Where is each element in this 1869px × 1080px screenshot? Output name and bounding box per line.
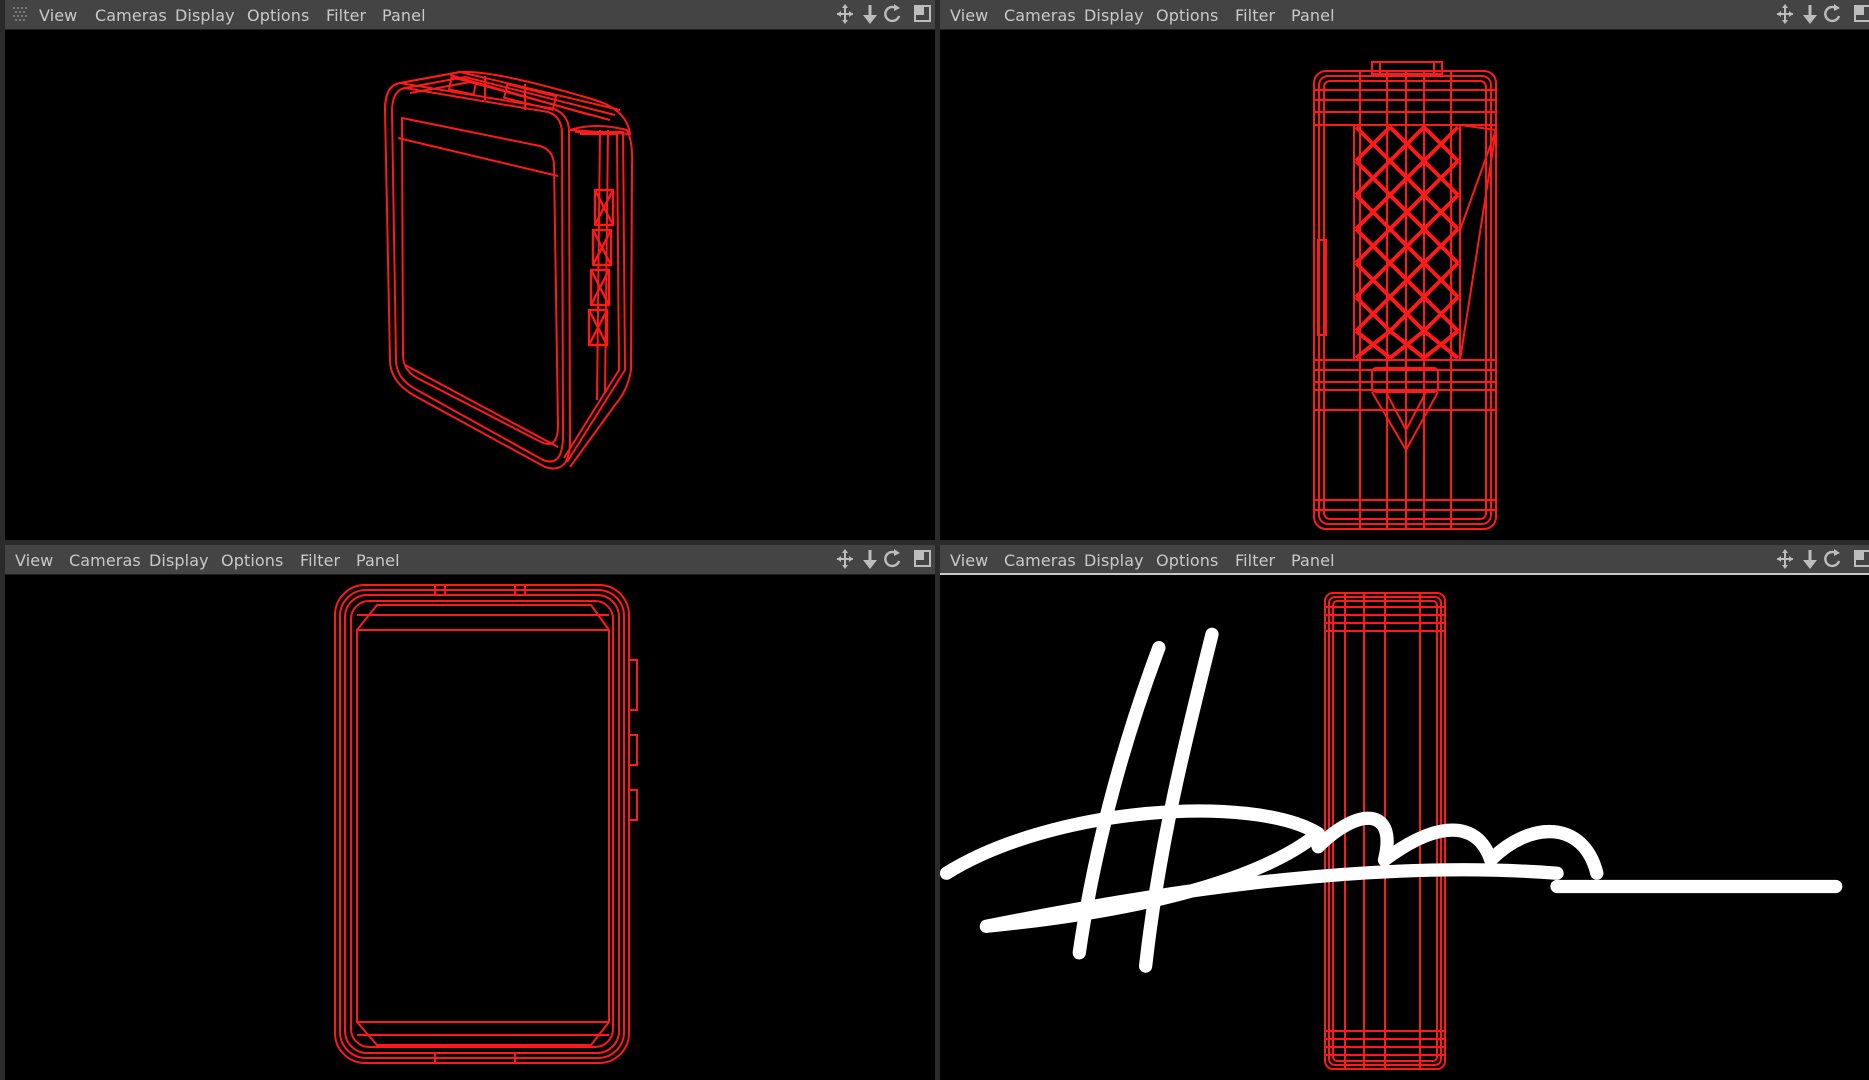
menu-filter[interactable]: Filter (1235, 6, 1275, 25)
menu-filter[interactable]: Filter (326, 6, 366, 25)
viewport-canvas[interactable] (5, 30, 935, 540)
orbit-icon[interactable] (884, 549, 901, 568)
menu-cameras[interactable]: Cameras (69, 551, 141, 570)
maximize-icon[interactable] (1854, 550, 1869, 567)
viewport-menubar: View Cameras Display Options Filter Pane… (5, 0, 935, 30)
menu-display[interactable]: Display (175, 6, 235, 25)
menu-cameras[interactable]: Cameras (95, 6, 167, 25)
viewport-menubar: View Cameras Display Options Filter Pane… (5, 545, 935, 575)
menu-options[interactable]: Options (1156, 6, 1218, 25)
menu-options[interactable]: Options (247, 6, 309, 25)
menu-display[interactable]: Display (1084, 6, 1144, 25)
pan-icon[interactable] (837, 549, 853, 569)
dolly-icon[interactable] (1803, 5, 1817, 24)
viewport-panel-side[interactable]: View Cameras Display Options Filter Pane… (940, 545, 1869, 1080)
wireframe-front (334, 584, 638, 1064)
maximize-icon[interactable] (1854, 5, 1869, 22)
viewport-menubar: View Cameras Display Options Filter Pane… (940, 0, 1869, 30)
menu-options[interactable]: Options (221, 551, 283, 570)
maximize-icon[interactable] (914, 550, 931, 567)
menu-panel[interactable]: Panel (356, 551, 400, 570)
menu-view[interactable]: View (15, 551, 53, 570)
viewport-panel-perspective[interactable]: View Cameras Display Options Filter Pane… (5, 0, 935, 540)
viewport-panel-back[interactable]: View Cameras Display Options Filter Pane… (940, 0, 1869, 540)
pan-icon[interactable] (837, 4, 853, 24)
dolly-icon[interactable] (863, 550, 877, 569)
signature (940, 627, 1843, 973)
menu-view[interactable]: View (950, 6, 988, 25)
menu-display[interactable]: Display (149, 551, 209, 570)
menu-panel[interactable]: Panel (382, 6, 426, 25)
menu-cameras[interactable]: Cameras (1004, 6, 1076, 25)
viewport-canvas[interactable] (5, 575, 935, 1080)
pan-icon[interactable] (1777, 4, 1793, 24)
orbit-icon[interactable] (884, 4, 901, 23)
viewport-panel-front[interactable]: View Cameras Display Options Filter Pane… (5, 545, 935, 1080)
dolly-icon[interactable] (863, 5, 877, 24)
menu-panel[interactable]: Panel (1291, 6, 1335, 25)
viewport-canvas[interactable] (940, 30, 1869, 540)
menu-filter[interactable]: Filter (300, 551, 340, 570)
wireframe-perspective (384, 70, 634, 470)
viewport-canvas[interactable] (940, 575, 1869, 1080)
maximize-icon[interactable] (914, 5, 931, 22)
wireframe-back (1313, 61, 1498, 530)
grip-icon[interactable] (13, 7, 29, 22)
menu-view[interactable]: View (39, 6, 77, 25)
orbit-icon[interactable] (1824, 4, 1841, 23)
